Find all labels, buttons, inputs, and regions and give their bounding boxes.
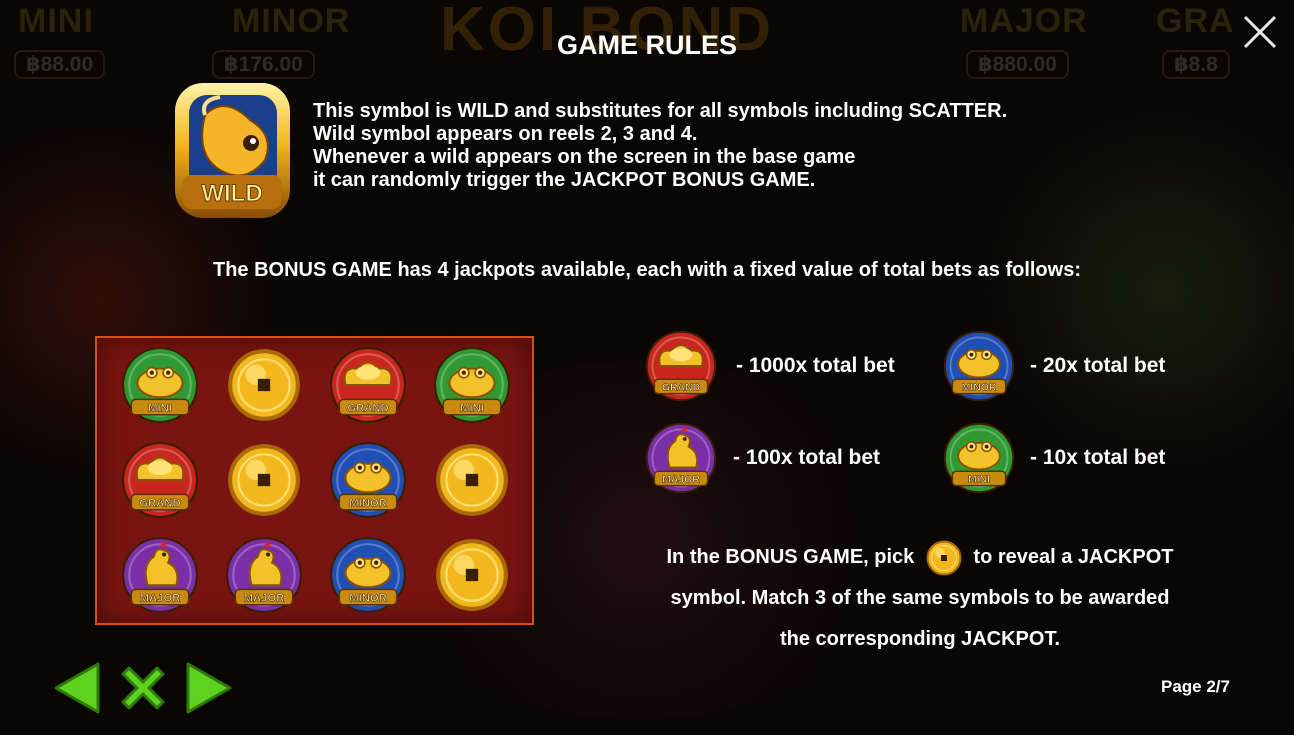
bonus-description: In the BONUS GAME, pick to reveal a JACK… bbox=[600, 537, 1240, 660]
svg-text:MAJOR: MAJOR bbox=[244, 593, 285, 605]
page-title: GAME RULES bbox=[556, 30, 737, 60]
mini-symbol-icon: MINI bbox=[119, 344, 201, 426]
major-symbol-icon: MAJOR bbox=[119, 534, 201, 616]
close-icon bbox=[1243, 15, 1277, 49]
close-button[interactable] bbox=[1240, 12, 1280, 52]
minor-symbol-icon: MINOR bbox=[327, 534, 409, 616]
bonus-intro-text: The BONUS GAME has 4 jackpots available,… bbox=[212, 259, 1081, 281]
mini-jackpot-icon: MINI bbox=[941, 420, 1017, 496]
major-symbol-icon: MAJOR bbox=[223, 534, 305, 616]
gold-coin-icon bbox=[223, 344, 305, 426]
major-jackpot-icon: MAJOR bbox=[643, 420, 719, 496]
wild-koi-symbol-icon: WILD bbox=[165, 75, 300, 225]
grand-symbol-icon: GRAND bbox=[119, 439, 201, 521]
svg-text:MINI: MINI bbox=[460, 403, 484, 415]
svg-text:GRAND: GRAND bbox=[139, 498, 180, 510]
wild-description: This symbol is WILD and substitutes for … bbox=[313, 100, 1007, 192]
gold-coin-icon bbox=[431, 534, 513, 616]
svg-text:GRAND: GRAND bbox=[347, 403, 388, 415]
wild-badge-text: WILD bbox=[201, 180, 262, 207]
x-icon bbox=[121, 666, 165, 710]
svg-text:MINI: MINI bbox=[968, 475, 990, 486]
grand-symbol-icon: GRAND bbox=[327, 344, 409, 426]
grand-jackpot-icon: GRAND bbox=[643, 328, 719, 404]
gold-coin-icon bbox=[431, 439, 513, 521]
close-rules-button[interactable] bbox=[115, 660, 171, 716]
major-jackpot-value: - 100x total bet bbox=[733, 446, 881, 469]
bonus-desc-text: to reveal a JACKPOT bbox=[973, 546, 1174, 568]
svg-text:MINI: MINI bbox=[148, 403, 172, 415]
minor-jackpot-icon: MINOR bbox=[941, 328, 1017, 404]
svg-text:MINOR: MINOR bbox=[349, 498, 387, 510]
grand-jackpot-value: - 1000x total bet bbox=[736, 354, 895, 377]
bonus-example-grid: MINI GRAND MINI GRAND MINOR MAJOR MAJOR MINOR bbox=[95, 336, 534, 625]
minor-jackpot-value: - 20x total bet bbox=[1030, 354, 1166, 377]
bonus-desc-line: symbol. Match 3 of the same symbols to b… bbox=[670, 587, 1170, 609]
gold-coin-icon bbox=[223, 439, 305, 521]
svg-text:MINOR: MINOR bbox=[962, 383, 997, 394]
mini-jackpot-value: - 10x total bet bbox=[1030, 446, 1166, 469]
wild-line: This symbol is WILD and substitutes for … bbox=[313, 100, 1008, 122]
svg-text:MAJOR: MAJOR bbox=[140, 593, 181, 605]
wild-line: Whenever a wild appears on the screen in… bbox=[313, 146, 856, 168]
svg-text:GRAND: GRAND bbox=[662, 383, 701, 394]
arrow-left-icon bbox=[54, 662, 100, 714]
previous-page-button[interactable] bbox=[52, 660, 102, 716]
wild-line: it can randomly trigger the JACKPOT BONU… bbox=[313, 169, 816, 191]
gold-coin-icon bbox=[924, 538, 964, 578]
wild-line: Wild symbol appears on reels 2, 3 and 4. bbox=[313, 123, 698, 145]
background-glow bbox=[974, 100, 1294, 480]
minor-symbol-icon: MINOR bbox=[327, 439, 409, 521]
next-page-button[interactable] bbox=[184, 660, 234, 716]
bonus-desc-line: In the BONUS GAME, pick to reveal a JACK… bbox=[600, 537, 1240, 578]
svg-text:MAJOR: MAJOR bbox=[662, 475, 700, 486]
bonus-desc-line: the corresponding JACKPOT. bbox=[779, 628, 1061, 650]
svg-text:MINOR: MINOR bbox=[349, 593, 387, 605]
mini-symbol-icon: MINI bbox=[431, 344, 513, 426]
arrow-right-icon bbox=[186, 662, 232, 714]
page-indicator: Page 2/7 bbox=[1161, 677, 1230, 696]
bonus-desc-text: In the BONUS GAME, pick bbox=[666, 546, 915, 568]
